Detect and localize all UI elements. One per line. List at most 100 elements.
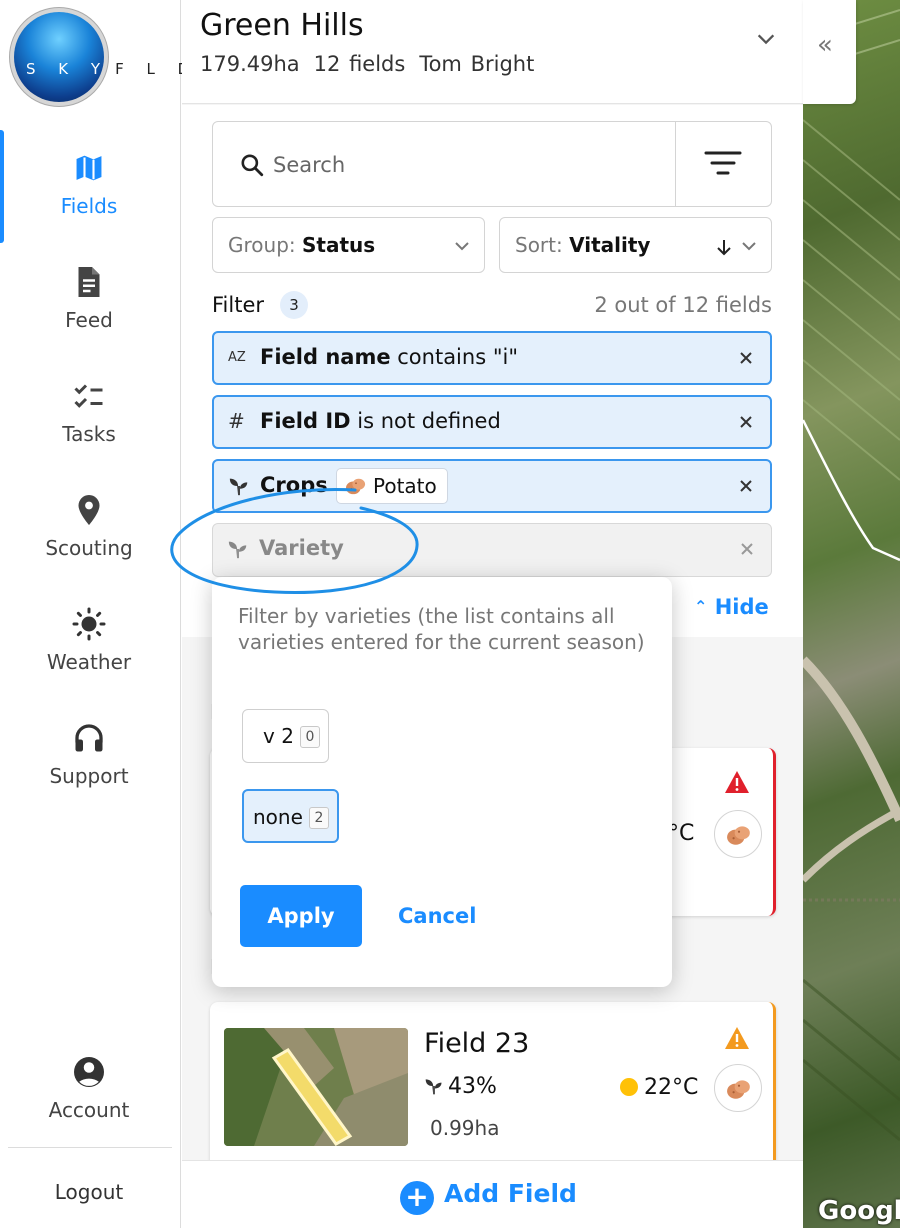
farm-area: 179.49ha — [200, 52, 300, 76]
document-icon — [78, 267, 100, 297]
logo-text: S K YF L D — [26, 60, 199, 78]
sun-icon — [72, 607, 106, 641]
sun-icon — [620, 1078, 638, 1096]
chevron-down-icon — [455, 242, 469, 251]
close-icon[interactable] — [738, 414, 754, 430]
filter-chip-text: Field ID is not defined — [260, 409, 501, 433]
sidebar-divider — [8, 1147, 172, 1148]
filter-chip-field-id[interactable]: # Field ID is not defined — [212, 395, 772, 449]
nav-scouting[interactable]: Scouting — [0, 492, 178, 560]
variety-option-count: 0 — [299, 726, 320, 748]
nav-weather-label: Weather — [46, 650, 132, 674]
variety-option-v2[interactable]: v 20 — [242, 709, 329, 763]
close-icon[interactable] — [738, 350, 754, 366]
filters-area: Group: Status Sort: Vitality Filter 3 2 … — [182, 105, 803, 637]
double-chevron-left-icon: « — [817, 30, 833, 60]
sort-select[interactable]: Sort: Vitality — [499, 217, 772, 273]
farm-header[interactable]: Green Hills 179.49ha 12 fields Tom Bright — [182, 0, 803, 104]
double-chevron-up-icon: ⌃ — [694, 597, 708, 616]
sprout-icon — [425, 1079, 442, 1095]
crop-badge — [714, 810, 762, 858]
variety-option-none[interactable]: none 2 — [242, 789, 339, 843]
filter-lines-icon — [704, 151, 742, 175]
field-thumbnail — [224, 1028, 408, 1146]
add-field-bar: + Add Field — [182, 1160, 803, 1228]
farm-field-count: 12 fields — [313, 52, 406, 76]
nav-fields[interactable]: Fields — [0, 150, 178, 218]
skyfld-logo[interactable]: S K YF L D — [14, 12, 189, 104]
satellite-map[interactable] — [803, 0, 900, 1228]
add-field-button[interactable]: + Add Field — [400, 1179, 577, 1215]
sort-select-label: Sort: Vitality — [515, 233, 651, 257]
search-input[interactable] — [273, 148, 653, 182]
potato-icon — [727, 1080, 750, 1099]
logo-orb — [14, 12, 104, 102]
popover-description: Filter by varieties (the list contains a… — [238, 604, 645, 654]
potato-icon — [346, 478, 366, 495]
search-box — [212, 121, 772, 207]
field-card[interactable]: Field 23 43% 0.99ha 22°C — [210, 1002, 776, 1172]
collapse-panel-button[interactable]: « — [803, 0, 856, 104]
location-pin-icon — [78, 495, 100, 525]
nav-account-label: Account — [48, 1098, 130, 1122]
farm-name: Green Hills — [200, 8, 364, 43]
filter-toggle-button[interactable] — [675, 122, 771, 206]
hide-filters-link[interactable]: ⌃ Hide — [694, 595, 769, 619]
nav-support-label: Support — [49, 764, 129, 788]
account-icon — [74, 1057, 104, 1087]
nav-scouting-label: Scouting — [45, 536, 133, 560]
az-sort-icon: AZ — [228, 350, 246, 365]
crop-tag-potato[interactable]: Potato — [336, 468, 448, 504]
nav-account[interactable]: Account — [0, 1054, 178, 1122]
map-icon — [74, 152, 104, 184]
farm-summary: 179.49ha 12 fields Tom Bright — [200, 52, 548, 76]
nav-support[interactable]: Support — [0, 720, 178, 788]
group-select-label: Group: Status — [228, 233, 376, 257]
sprout-icon — [229, 478, 248, 496]
nav-tasks[interactable]: Tasks — [0, 378, 178, 446]
potato-icon — [727, 826, 750, 845]
filter-count-badge: 3 — [280, 291, 308, 319]
farm-owner: Tom Bright — [419, 52, 535, 76]
map-attribution: Googl — [818, 1196, 900, 1226]
filter-chip-text: Variety — [259, 536, 344, 560]
variety-option-count: 2 — [308, 807, 329, 829]
filter-header: Filter 3 2 out of 12 fields — [212, 291, 772, 321]
filter-chip-text: Crops — [260, 473, 328, 497]
apply-button[interactable]: Apply — [240, 885, 362, 947]
filter-chip-crops[interactable]: Crops Potato — [212, 459, 772, 513]
field-name: Field 23 — [424, 1028, 530, 1059]
nav-weather[interactable]: Weather — [0, 606, 178, 674]
nav-tasks-label: Tasks — [62, 422, 116, 446]
close-icon[interactable] — [738, 478, 754, 494]
variety-option-label: none — [253, 805, 303, 829]
filter-result-count: 2 out of 12 fields — [594, 293, 772, 317]
field-area: 0.99ha — [430, 1116, 500, 1140]
filter-chip-field-name[interactable]: AZ Field name contains "i" — [212, 331, 772, 385]
variety-option-label: v 2 — [263, 724, 294, 748]
nav-feed[interactable]: Feed — [0, 264, 178, 332]
sidebar: S K YF L D Fields Feed Tasks Scouting We… — [0, 0, 189, 1228]
checklist-icon — [74, 384, 103, 408]
arrow-down-icon[interactable] — [715, 238, 733, 256]
headset-icon — [75, 724, 103, 752]
filter-chip-variety[interactable]: Variety — [212, 523, 772, 577]
sprout-icon — [228, 541, 247, 559]
field-temperature: 22°C — [620, 1075, 698, 1100]
nav-fields-label: Fields — [60, 194, 118, 218]
chevron-down-icon[interactable] — [755, 28, 777, 50]
variety-filter-popover: Filter by varieties (the list contains a… — [212, 577, 672, 987]
logout-button[interactable]: Logout — [0, 1180, 178, 1204]
cancel-button[interactable]: Cancel — [398, 885, 476, 947]
close-icon[interactable] — [739, 541, 755, 557]
warning-icon — [725, 771, 749, 793]
crop-badge — [714, 1064, 762, 1112]
plus-icon: + — [400, 1181, 434, 1215]
group-select[interactable]: Group: Status — [212, 217, 485, 273]
nav-feed-label: Feed — [65, 308, 113, 332]
warning-icon — [725, 1027, 749, 1049]
filter-chip-text: Field name contains "i" — [260, 345, 518, 369]
field-vitality: 43% — [424, 1074, 497, 1099]
chevron-down-icon — [742, 242, 756, 251]
hash-icon: # — [228, 409, 245, 433]
